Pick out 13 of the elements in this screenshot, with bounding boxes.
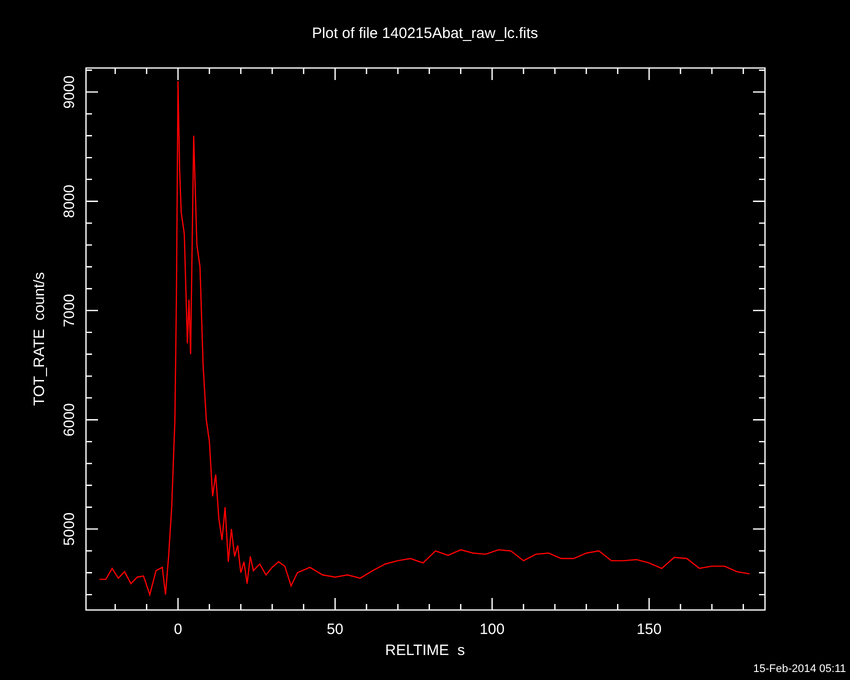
tick-label: 50: [326, 621, 344, 638]
timestamp: 15-Feb-2014 05:11: [753, 663, 846, 675]
tick-label: 6000: [61, 403, 78, 436]
tick-label: 7000: [61, 294, 78, 328]
tick-label: 9000: [61, 75, 78, 109]
chart-title: Plot of file 140215Abat_raw_lc.fits: [312, 25, 538, 42]
tick-label: 5000: [61, 512, 78, 546]
tick-label: 150: [636, 621, 662, 638]
y-axis-label: TOT_RATE count/s: [31, 272, 48, 406]
tick-label: 100: [480, 621, 505, 638]
tick-label: 8000: [61, 184, 78, 218]
x-axis-label: RELTIME s: [385, 642, 465, 659]
tick-label: 0: [174, 621, 182, 638]
